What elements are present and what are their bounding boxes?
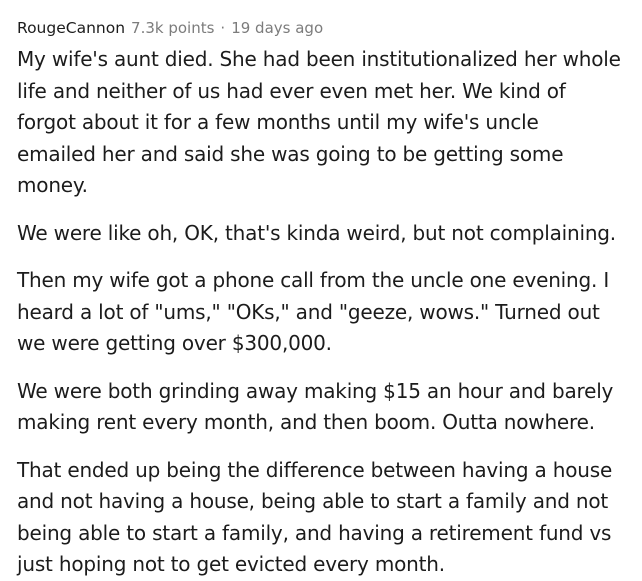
comment-paragraph: Then my wife got a phone call from the u…	[17, 268, 610, 355]
points-count: 7.3k points	[131, 19, 215, 37]
comment-paragraph: My wife's aunt died. She had been instit…	[17, 47, 621, 197]
author-link[interactable]: RougeCannon	[17, 18, 125, 38]
timestamp[interactable]: 19 days ago	[231, 18, 323, 38]
comment-paragraph: We were both grinding away making $15 an…	[17, 378, 614, 435]
comment-paragraph: That ended up being the difference betwe…	[17, 457, 613, 577]
comment-body: My wife's aunt died. She had been instit…	[17, 44, 622, 581]
comment: RougeCannon 7.3k points · 19 days ago My…	[0, 0, 642, 576]
meta-separator: ·	[220, 19, 226, 37]
comment-paragraph: We were like oh, OK, that's kinda weird,…	[17, 220, 616, 245]
comment-meta: RougeCannon 7.3k points · 19 days ago	[17, 18, 622, 38]
